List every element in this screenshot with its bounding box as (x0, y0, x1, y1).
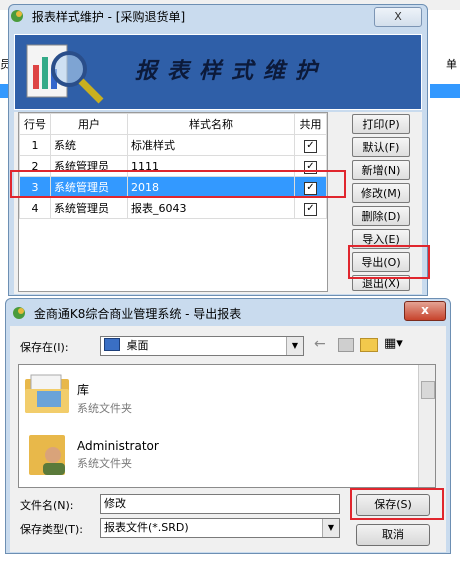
close-icon: x (421, 303, 429, 317)
file-list: 库 系统文件夹 Administrator 系统文件夹 (18, 364, 436, 488)
shared-checkbox[interactable]: ✓ (304, 139, 317, 153)
file-type: 系统文件夹 (77, 402, 132, 415)
cancel-button[interactable]: 取消 (356, 524, 430, 546)
add-button[interactable]: 新增(N) (352, 160, 410, 180)
save-in-combo[interactable]: 桌面 ▼ (100, 336, 304, 356)
new-folder-icon[interactable] (360, 338, 378, 352)
filetype-label: 保存类型(T): (20, 523, 84, 536)
file-name: Administrator (77, 439, 159, 453)
filetype-select[interactable]: 报表文件(*.SRD) ▼ (100, 518, 340, 538)
library-folder-icon (23, 373, 71, 417)
file-name: 库 (77, 383, 90, 397)
print-button[interactable]: 打印(P) (352, 114, 410, 134)
row-no: 4 (19, 197, 51, 219)
shared-checkbox[interactable]: ✓ (304, 202, 317, 216)
style-grid: 行号 用户 样式名称 共用 1 系统 标准样式 ✓ 2 系统管理员 1111 ✓… (18, 112, 328, 292)
close-icon: X (394, 10, 402, 23)
user-folder-icon (23, 431, 71, 477)
filename-label: 文件名(N): (20, 499, 74, 512)
scrollbar-thumb[interactable] (421, 381, 435, 399)
list-item[interactable]: 库 系统文件夹 (77, 381, 132, 416)
file-list-scrollbar[interactable] (418, 365, 435, 487)
report-window-close-button[interactable]: X (374, 7, 422, 27)
save-in-label: 保存在(I): (20, 341, 69, 354)
report-window-titlebar: 报表样式维护 - [采购退货单] (10, 8, 185, 32)
save-in-value: 桌面 (126, 339, 149, 352)
delete-button[interactable]: 删除(D) (352, 206, 410, 226)
col-header-shared[interactable]: 共用 (294, 113, 327, 135)
chevron-down-icon: ▼ (322, 519, 339, 537)
filename-value: 修改 (104, 497, 126, 510)
col-header-no[interactable]: 行号 (19, 113, 51, 135)
filetype-value: 报表文件(*.SRD) (104, 521, 189, 534)
modify-button[interactable]: 修改(M) (352, 183, 410, 203)
app-logo-icon (12, 306, 26, 320)
row-shared-cell: ✓ (294, 134, 327, 156)
row-user: 系统管理员 (50, 197, 128, 219)
grid-header-row: 行号 用户 样式名称 共用 (19, 113, 327, 135)
export-dialog-close-button[interactable]: x (404, 301, 446, 321)
selected-row-highlight-box (10, 170, 346, 198)
report-magnifier-icon (21, 39, 111, 105)
row-style: 报表_6043 (127, 197, 295, 219)
col-header-user[interactable]: 用户 (50, 113, 128, 135)
report-banner: 报表样式维护 (14, 34, 422, 110)
desktop-icon (104, 338, 120, 351)
table-row[interactable]: 1 系统 标准样式 ✓ (19, 134, 327, 156)
background-right-label: 单 (446, 58, 457, 71)
filename-input[interactable]: 修改 (100, 494, 340, 514)
file-type: 系统文件夹 (77, 457, 132, 470)
view-menu-icon[interactable]: ▦▾ (384, 336, 403, 351)
app-logo-icon (10, 9, 24, 23)
row-no: 1 (19, 134, 51, 156)
col-header-style[interactable]: 样式名称 (127, 113, 295, 135)
default-button[interactable]: 默认(F) (352, 137, 410, 157)
row-user: 系统 (50, 134, 128, 156)
export-dialog-titlebar: 金商通K8综合商业管理系统 - 导出报表 (12, 305, 241, 322)
export-highlight-box (348, 245, 430, 279)
table-row[interactable]: 4 系统管理员 报表_6043 ✓ (19, 197, 327, 219)
up-folder-icon[interactable] (338, 338, 354, 352)
row-shared-cell: ✓ (294, 197, 327, 219)
export-dialog-title: 金商通K8综合商业管理系统 - 导出报表 (33, 307, 242, 321)
row-style: 标准样式 (127, 134, 295, 156)
back-arrow-icon[interactable]: ← (314, 336, 326, 352)
banner-title: 报表样式维护 (135, 59, 328, 84)
save-highlight-box (350, 488, 444, 520)
list-item[interactable]: Administrator 系统文件夹 (77, 439, 159, 471)
report-window-title: 报表样式维护 - [采购退货单] (31, 10, 186, 24)
chevron-down-icon: ▼ (286, 337, 303, 355)
background-right-selection (430, 84, 460, 98)
